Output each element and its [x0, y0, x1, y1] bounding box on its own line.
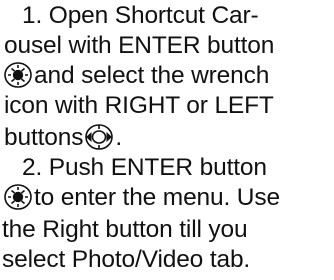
step-2-line-4: select Photo/Video tab.	[2, 244, 334, 276]
step-1-line-5: buttons .	[4, 122, 334, 154]
step-1-line-2: ousel with ENTER button	[4, 30, 334, 62]
instruction-text-block: 1. Open Shortcut Car- ousel with ENTER b…	[0, 0, 334, 280]
step-2-text-4: select Photo/Video tab.	[2, 246, 251, 273]
step-1-text-5-end: .	[115, 124, 122, 151]
step-2-line-3: the Right button till you	[2, 214, 334, 246]
enter-button-icon-2	[2, 182, 34, 212]
step-1-text-3: and select the wrench	[34, 62, 270, 89]
enter-button-icon	[2, 60, 34, 90]
step-1-text-4: icon with RIGHT or LEFT	[4, 92, 274, 119]
step-1-text-5: buttons	[4, 124, 84, 151]
left-right-button-icon	[83, 122, 115, 152]
step-2-line-2: to enter the menu. Use	[2, 182, 334, 214]
step-2-text-2: to enter the menu. Use	[34, 184, 280, 211]
step-1-line-3: and select the wrench	[2, 60, 334, 92]
step-2-text-3: the Right button till you	[2, 216, 248, 243]
step-1-text-1: 1. Open Shortcut Car-	[22, 2, 259, 29]
step-1-text-2: ousel with ENTER button	[4, 32, 275, 59]
step-1-line-4: icon with RIGHT or LEFT	[4, 90, 334, 122]
step-1-line-1: 1. Open Shortcut Car-	[22, 0, 334, 32]
step-2-line-1: 2. Push ENTER button	[22, 152, 334, 184]
step-2-text-1: 2. Push ENTER button	[22, 154, 267, 181]
